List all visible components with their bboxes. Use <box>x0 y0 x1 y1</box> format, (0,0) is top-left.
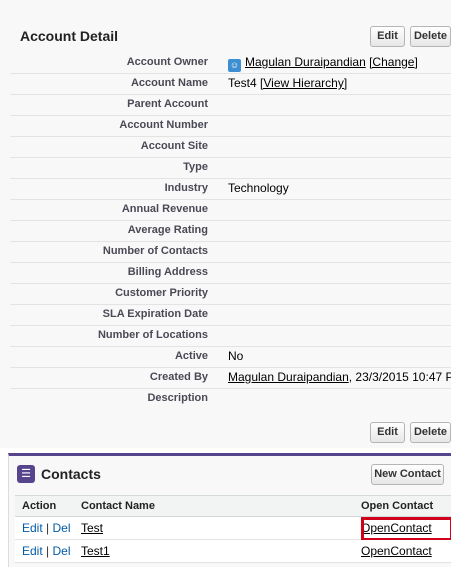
delete-button-bottom[interactable]: Delete <box>410 422 451 443</box>
owner-link[interactable]: Magulan Duraipandian <box>245 55 366 69</box>
field-label: Account Number <box>119 119 208 131</box>
field-label: Industry <box>164 182 208 194</box>
field-label: Customer Priority <box>115 287 208 299</box>
table-row: Edit | Del Test OpenContact <box>15 517 451 541</box>
field-parent-account: Parent Account <box>10 95 451 116</box>
field-account-number: Account Number <box>10 116 451 137</box>
table-header: Action Contact Name Open Contact <box>15 495 451 517</box>
new-contact-button[interactable]: New Contact <box>371 464 444 485</box>
field-number-of-locations: Number of Locations <box>10 326 451 347</box>
contact-name-link[interactable]: Test <box>81 521 103 535</box>
field-label: Number of Contacts <box>102 245 208 257</box>
column-open-contact: Open Contact <box>361 500 434 512</box>
field-billing-address: Billing Address <box>10 263 451 284</box>
account-detail-title: Account Detail <box>20 28 119 44</box>
field-value: Magulan Duraipandian, 23/3/2015 10:47 P <box>228 370 451 384</box>
field-average-rating: Average Rating <box>10 221 451 242</box>
user-avatar-icon: ☺ <box>228 59 241 72</box>
field-label: Description <box>147 392 208 404</box>
field-label: Parent Account <box>127 98 208 110</box>
field-label: Type <box>183 161 208 173</box>
field-industry: Industry Technology <box>10 179 451 200</box>
field-value: Technology <box>228 181 289 195</box>
field-account-name: Account Name Test4 [View Hierarchy] <box>10 74 451 95</box>
field-account-site: Account Site <box>10 137 451 158</box>
field-label: Billing Address <box>127 266 208 278</box>
edit-button-bottom[interactable]: Edit <box>370 422 405 443</box>
account-name-value: Test4 <box>228 76 257 90</box>
created-by-link[interactable]: Magulan Duraipandian <box>228 370 349 384</box>
field-account-owner: Account Owner ☺ Magulan Duraipandian [Cha… <box>10 53 451 74</box>
column-contact-name: Contact Name <box>81 500 155 512</box>
change-owner-link[interactable]: [Change] <box>369 55 418 69</box>
column-action: Action <box>22 500 57 512</box>
field-customer-priority: Customer Priority <box>10 284 451 305</box>
field-label: Created By <box>149 371 208 383</box>
field-value: Test4 [View Hierarchy] <box>228 76 347 90</box>
field-number-of-contacts: Number of Contacts <box>10 242 451 263</box>
delete-contact-link[interactable]: Del <box>53 521 71 535</box>
field-label: Account Name <box>130 77 208 89</box>
field-label: Annual Revenue <box>121 203 208 215</box>
created-date: , 23/3/2015 10:47 P <box>348 370 451 384</box>
field-value: No <box>228 349 244 363</box>
field-annual-revenue: Annual Revenue <box>10 200 451 221</box>
field-label: Number of Locations <box>97 329 208 341</box>
field-created-by: Created By Magulan Duraipandian, 23/3/20… <box>10 368 451 389</box>
edit-button[interactable]: Edit <box>370 26 405 47</box>
field-label: Average Rating <box>127 224 208 236</box>
account-detail-section: Account Detail Edit Delete Account Owner… <box>0 0 451 448</box>
field-type: Type <box>10 158 451 179</box>
field-label: Active <box>174 350 208 362</box>
action-separator: | <box>46 521 50 535</box>
field-label: Account Site <box>140 140 208 152</box>
edit-contact-link[interactable]: Edit <box>22 544 43 558</box>
edit-contact-link[interactable]: Edit <box>22 521 43 535</box>
action-separator: | <box>46 544 50 558</box>
field-description: Description <box>10 389 451 410</box>
field-active: Active No <box>10 347 451 368</box>
contacts-title: Contacts <box>41 466 101 482</box>
contact-name-link[interactable]: Test1 <box>81 544 110 558</box>
field-value: ☺ Magulan Duraipandian [Change] <box>228 55 418 72</box>
row-actions: Edit | Del <box>22 544 71 558</box>
field-sla-expiration-date: SLA Expiration Date <box>10 305 451 326</box>
field-label: Account Owner <box>126 56 208 68</box>
contacts-icon: ☰ <box>17 465 35 483</box>
row-actions: Edit | Del <box>22 521 71 535</box>
delete-button[interactable]: Delete <box>410 26 451 47</box>
field-label: SLA Expiration Date <box>102 308 208 320</box>
delete-contact-link[interactable]: Del <box>53 544 71 558</box>
contacts-related-list: ☰ Contacts New Contact Action Contact Na… <box>8 453 451 567</box>
table-row: Edit | Del Test1 OpenContact <box>15 540 451 563</box>
open-contact-link[interactable]: OpenContact <box>361 521 432 535</box>
open-contact-link[interactable]: OpenContact <box>361 544 432 558</box>
view-hierarchy-link[interactable]: [View Hierarchy] <box>260 76 347 90</box>
